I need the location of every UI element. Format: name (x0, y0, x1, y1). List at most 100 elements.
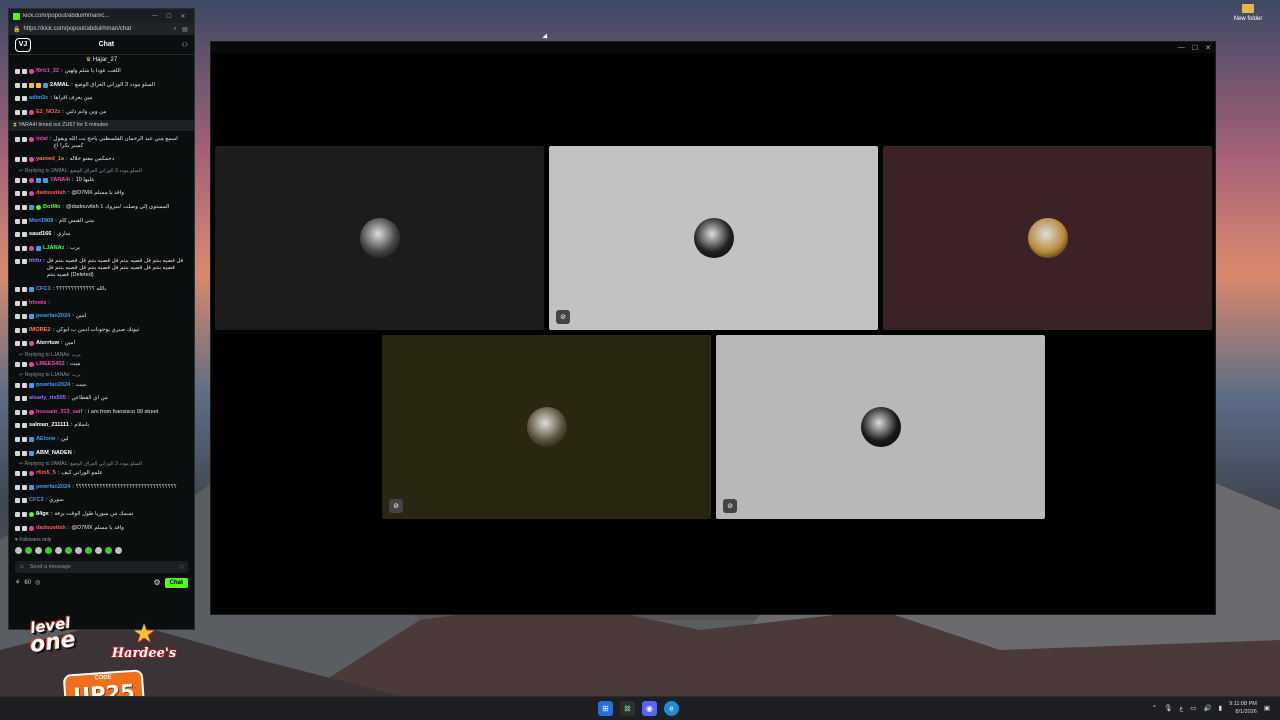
badge-icon[interactable] (22, 511, 27, 517)
edge-icon[interactable]: e (664, 701, 679, 716)
badge-icon[interactable] (22, 471, 27, 477)
badge-icon[interactable] (29, 157, 34, 163)
zoom-icon[interactable]: ⌕ (170, 26, 180, 33)
network-icon[interactable]: ▭ (1190, 704, 1196, 712)
desktop-folder[interactable]: New folder (1224, 4, 1272, 22)
badge-icon[interactable] (29, 511, 34, 517)
chat-message[interactable]: hussain_313_saif: i am from fransisco 99 … (15, 405, 188, 419)
badge-icon[interactable] (22, 314, 27, 320)
chat-message[interactable]: Aterrtuw: امين (15, 337, 188, 351)
emote-icon[interactable] (75, 546, 82, 554)
badge-icon[interactable] (29, 177, 34, 183)
badge-icon[interactable] (36, 177, 41, 183)
message-username[interactable]: rfim5_5 (36, 470, 56, 477)
badge-icon[interactable] (36, 82, 41, 88)
badge-icon[interactable] (15, 484, 20, 490)
badge-icon[interactable] (22, 110, 27, 116)
reader-icon[interactable]: ▤ (180, 26, 190, 33)
chat-message[interactable]: dadouvitsh: @D7MX واقد يا مسلم (15, 187, 188, 201)
badge-icon[interactable] (29, 484, 34, 490)
badge-icon[interactable] (15, 423, 20, 429)
badge-icon[interactable] (15, 287, 20, 293)
emote-bar[interactable] (9, 545, 194, 556)
chat-message[interactable]: iMORE2: ثيونك صبري يوجونات ادمن ب ابوكي (15, 324, 188, 338)
close-button[interactable]: ✕ (1205, 44, 1211, 52)
badge-icon[interactable] (15, 136, 20, 142)
badge-icon[interactable] (29, 450, 34, 456)
message-username[interactable]: 2AMAL (50, 82, 69, 89)
chat-message[interactable]: alsady_rtx505: من اي القطاعن (15, 392, 188, 406)
badge-icon[interactable] (15, 436, 20, 442)
message-username[interactable]: powrfan2024 (36, 313, 70, 320)
message-username[interactable]: BotMo (43, 204, 60, 211)
message-username[interactable]: salman_211111 (29, 422, 69, 429)
chat-message[interactable]: CFC3: بالله ؟؟؟؟؟؟؟؟؟؟؟؟؟ (15, 283, 188, 297)
message-username[interactable]: E2_NO2z (36, 109, 60, 116)
badge-icon[interactable] (29, 361, 34, 367)
close-button[interactable]: ✕ (176, 13, 190, 20)
participant-tile[interactable]: ⊘ (382, 335, 711, 519)
badge-icon[interactable] (15, 177, 20, 183)
chat-message[interactable]: E2_NO2z: من وين وانم دلني (15, 106, 188, 120)
start-icon[interactable]: ⊞ (598, 701, 613, 716)
minimize-button[interactable]: — (148, 13, 162, 19)
message-username[interactable]: ABM_NADEN (36, 450, 72, 457)
chat-message[interactable]: hhfu: فل قصيه بنتم فل قصيه بنتم فل قصيه ب… (15, 255, 188, 283)
emote-icon[interactable] (55, 546, 62, 554)
reply-context[interactable]: ↩ Replying to LJANAz: يرب (15, 351, 188, 358)
emote-icon[interactable] (35, 546, 42, 554)
chat-message[interactable]: saud166: ساري (15, 228, 188, 242)
volume-icon[interactable]: 🔊 (1203, 704, 1211, 712)
chat-message[interactable]: rfim5_5: علمو الوراني كيف (15, 467, 188, 481)
message-username[interactable]: powrfan2024 (36, 484, 70, 491)
message-username[interactable]: CFC3 (36, 286, 51, 293)
chat-input[interactable]: ☺ Send a message ⓘ (15, 560, 188, 573)
send-chat-button[interactable]: Chat (164, 577, 188, 588)
message-username[interactable]: hussain_313_saif (36, 409, 82, 416)
participant-tile[interactable]: ⊘ (716, 335, 1045, 519)
emote-icon[interactable] (105, 546, 112, 554)
badge-icon[interactable] (15, 327, 20, 333)
badge-icon[interactable] (22, 409, 27, 415)
users-icon[interactable]: ⚇ (182, 41, 188, 49)
badge-icon[interactable] (29, 136, 34, 142)
chat-message[interactable]: powrfan2024: ميت (15, 378, 188, 392)
badge-icon[interactable] (15, 525, 20, 531)
badge-icon[interactable] (29, 205, 34, 211)
message-username[interactable]: tnjat (36, 136, 48, 143)
message-username[interactable]: AElorw (36, 436, 55, 443)
battery-icon[interactable]: ▮ (1219, 704, 1223, 712)
badge-icon[interactable] (15, 205, 20, 211)
chat-message[interactable]: salman_211111: باسلام (15, 419, 188, 433)
emote-icon[interactable] (45, 546, 52, 554)
badge-icon[interactable] (29, 409, 34, 415)
notification-icon[interactable]: ▣ (1264, 704, 1270, 712)
reward-icon[interactable]: ◎ (35, 579, 40, 586)
language-indicator[interactable]: ع (1179, 704, 1183, 712)
message-username[interactable]: LJANAz (43, 245, 64, 252)
badge-icon[interactable] (22, 96, 27, 102)
info-icon[interactable]: ⓘ (178, 563, 184, 571)
chat-message[interactable]: 2AMAL: السلو مودد 3 الوزاني العراق الوضع (15, 79, 188, 93)
badge-icon[interactable] (15, 361, 20, 367)
maximize-button[interactable]: ☐ (162, 13, 176, 20)
badge-icon[interactable] (29, 82, 34, 88)
badge-icon[interactable] (15, 314, 20, 320)
badge-icon[interactable] (15, 218, 20, 224)
badge-icon[interactable] (22, 205, 27, 211)
gear-icon[interactable]: ⚙ (153, 578, 160, 587)
chat-message[interactable]: powrfan2024: ؟؟؟؟؟؟؟؟؟؟؟؟؟؟؟؟؟؟؟؟؟؟؟؟؟؟؟؟… (15, 480, 188, 494)
emote-icon[interactable] (85, 546, 92, 554)
badge-icon[interactable] (22, 396, 27, 402)
badge-icon[interactable] (22, 300, 27, 306)
participant-tile[interactable] (215, 146, 544, 330)
badge-icon[interactable] (15, 450, 20, 456)
badge-icon[interactable] (22, 525, 27, 531)
participant-tile[interactable]: ⊘ (549, 146, 878, 330)
message-username[interactable]: dadouvitsh (36, 525, 66, 532)
url-text[interactable]: https://kick.com/popout/abdulrhman/chat (23, 26, 170, 32)
address-bar[interactable]: 🔒 https://kick.com/popout/abdulrhman/cha… (9, 23, 194, 35)
chat-message[interactable]: f0rb1_32: اللعب عودا يا شلم ولهين (15, 65, 188, 79)
badge-icon[interactable] (43, 82, 48, 88)
chat-message[interactable]: tnjat: اسمع مني عبد الرحمان الفلسطني ياحج… (15, 132, 188, 153)
